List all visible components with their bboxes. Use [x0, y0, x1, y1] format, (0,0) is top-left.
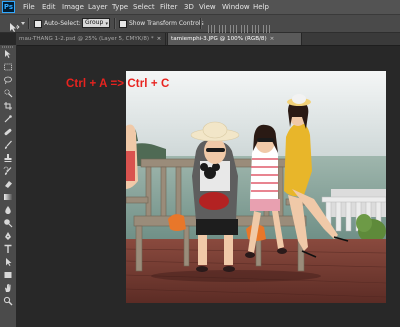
document-image[interactable]: [126, 71, 386, 303]
eraser-tool-icon[interactable]: [3, 179, 13, 189]
hand-tool-icon[interactable]: [3, 283, 13, 293]
tools-panel: [0, 45, 17, 327]
document-tab-bar: mau-THANG 1-2.psd @ 25% (Layer 5, CMYK/8…: [16, 33, 400, 46]
crop-tool-icon[interactable]: [3, 101, 13, 111]
close-icon[interactable]: ×: [157, 36, 162, 42]
menu-help[interactable]: Help: [253, 1, 269, 13]
move-tool-icon[interactable]: [3, 49, 13, 59]
menu-bar: Ps File Edit Image Layer Type Select Fil…: [0, 0, 400, 15]
pen-tool-icon[interactable]: [3, 231, 13, 241]
panel-grip[interactable]: [2, 46, 14, 48]
separator: [28, 18, 30, 29]
auto-select-checkbox[interactable]: [34, 20, 42, 28]
menu-type[interactable]: Type: [112, 1, 128, 13]
auto-select-value: Group: [85, 19, 104, 26]
tab-tamiemphi[interactable]: tamiemphi-3.JPG @ 100% (RGB/8) ×: [167, 33, 302, 45]
auto-select-dropdown[interactable]: Group ▾: [82, 18, 110, 28]
zoom-tool-icon[interactable]: [3, 296, 13, 306]
show-transform-checkbox[interactable]: [119, 20, 127, 28]
menu-image[interactable]: Image: [62, 1, 84, 13]
chevron-down-icon[interactable]: [21, 22, 25, 25]
lasso-tool-icon[interactable]: [3, 75, 13, 85]
move-tool-icon[interactable]: [8, 18, 20, 32]
align-buttons: [208, 19, 274, 34]
menu-layer[interactable]: Layer: [88, 1, 108, 13]
menu-window[interactable]: Window: [222, 1, 250, 13]
photo-people-on-bench: [126, 71, 386, 303]
tab-label: mau-THANG 1-2.psd @ 25% (Layer 5, CMYK/8…: [19, 36, 154, 42]
clone-stamp-tool-icon[interactable]: [3, 153, 13, 163]
shortcut-annotation: Ctrl + A => Ctrl + C: [66, 78, 170, 90]
eyedropper-tool-icon[interactable]: [3, 114, 13, 124]
brush-tool-icon[interactable]: [3, 140, 13, 150]
history-brush-tool-icon[interactable]: [3, 166, 13, 176]
close-icon[interactable]: ×: [270, 36, 275, 42]
photoshop-logo: Ps: [2, 1, 15, 13]
shape-tool-icon[interactable]: [3, 270, 13, 280]
menu-edit[interactable]: Edit: [42, 1, 56, 13]
menu-file[interactable]: File: [23, 1, 35, 13]
separator: [200, 18, 202, 29]
show-transform-label: Show Transform Controls: [129, 20, 204, 27]
menu-select[interactable]: Select: [133, 1, 155, 13]
path-select-tool-icon[interactable]: [3, 257, 13, 267]
menu-3d[interactable]: 3D: [184, 1, 194, 13]
healing-brush-tool-icon[interactable]: [3, 127, 13, 137]
dodge-tool-icon[interactable]: [3, 218, 13, 228]
auto-select-label: Auto-Select:: [44, 20, 81, 27]
chevron-down-icon: ▾: [105, 21, 108, 27]
options-bar: Auto-Select: Group ▾ Show Transform Cont…: [0, 15, 400, 34]
menu-view[interactable]: View: [199, 1, 216, 13]
blur-tool-icon[interactable]: [3, 205, 13, 215]
tab-label: tamiemphi-3.JPG @ 100% (RGB/8): [171, 36, 267, 42]
quick-select-tool-icon[interactable]: [3, 88, 13, 98]
type-tool-icon[interactable]: [3, 244, 13, 254]
gradient-tool-icon[interactable]: [3, 192, 13, 202]
tab-mau-thang[interactable]: mau-THANG 1-2.psd @ 25% (Layer 5, CMYK/8…: [16, 33, 166, 45]
marquee-tool-icon[interactable]: [3, 62, 13, 72]
separator: [114, 18, 116, 29]
menu-filter[interactable]: Filter: [160, 1, 177, 13]
